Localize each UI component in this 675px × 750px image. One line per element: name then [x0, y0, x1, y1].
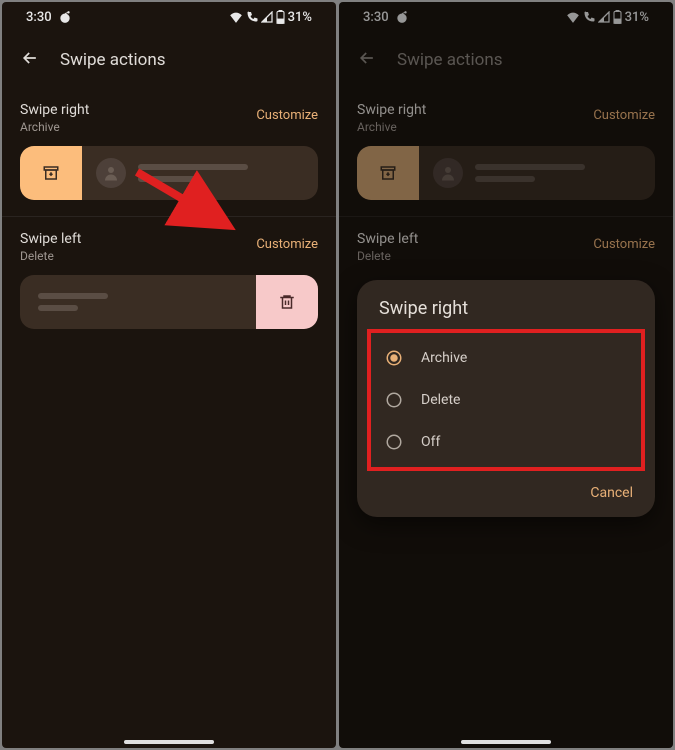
status-battery: 31% [288, 10, 312, 25]
radio-unselected-icon [385, 391, 403, 409]
swipe-right-preview [357, 146, 655, 200]
swipe-right-title: Swipe right [20, 102, 89, 118]
avatar-icon [433, 158, 463, 188]
status-bar: 3:30 31% [339, 2, 673, 32]
page-title: Swipe actions [397, 50, 502, 70]
archive-action-tile [357, 146, 419, 200]
wifi-icon [229, 11, 243, 23]
swipe-left-section: Swipe left Delete Customize [339, 231, 673, 263]
customize-left-button: Customize [593, 237, 655, 252]
swipe-left-section: Swipe left Delete Customize [2, 231, 336, 329]
swipe-right-section: Swipe right Archive Customize [339, 102, 673, 200]
trash-icon [278, 293, 296, 311]
archive-icon [42, 164, 60, 182]
preview-lines [38, 293, 108, 311]
swipe-left-title: Swipe left [20, 231, 81, 247]
option-delete[interactable]: Delete [371, 379, 641, 421]
status-time: 3:30 [363, 10, 389, 25]
battery-icon [613, 10, 622, 24]
app-header: Swipe actions [2, 32, 336, 88]
swipe-left-preview [20, 275, 318, 329]
reddit-icon [395, 10, 409, 24]
customize-left-button[interactable]: Customize [256, 237, 318, 252]
status-battery: 31% [625, 10, 649, 25]
page-title: Swipe actions [60, 50, 165, 70]
phone-icon [246, 11, 258, 23]
nav-pill[interactable] [124, 740, 214, 744]
option-archive[interactable]: Archive [371, 337, 641, 379]
cancel-button[interactable]: Cancel [590, 485, 633, 501]
swipe-left-action: Delete [20, 249, 81, 263]
radio-selected-icon [385, 349, 403, 367]
avatar-icon [96, 158, 126, 188]
swipe-right-dialog: Swipe right Archive Delete Off Cancel [357, 280, 655, 517]
customize-right-button[interactable]: Customize [256, 108, 318, 123]
signal-icon [261, 11, 273, 23]
customize-right-button: Customize [593, 108, 655, 123]
status-time: 3:30 [26, 10, 52, 25]
option-off[interactable]: Off [371, 421, 641, 463]
status-bar: 3:30 31% [2, 2, 336, 32]
option-label: Archive [421, 350, 467, 366]
archive-icon [379, 164, 397, 182]
wifi-icon [566, 11, 580, 23]
preview-lines [475, 164, 585, 182]
swipe-left-title: Swipe left [357, 231, 418, 247]
swipe-right-title: Swipe right [357, 102, 426, 118]
swipe-right-section: Swipe right Archive Customize [2, 102, 336, 200]
reddit-icon [58, 10, 72, 24]
annotation-highlight: Archive Delete Off [367, 329, 645, 471]
phone-icon [583, 11, 595, 23]
radio-unselected-icon [385, 433, 403, 451]
option-label: Delete [421, 392, 460, 408]
battery-icon [276, 10, 285, 24]
phone-left: 3:30 31% Swipe actions [2, 2, 336, 748]
preview-lines [138, 164, 248, 182]
swipe-left-action: Delete [357, 249, 418, 263]
back-arrow-icon[interactable] [20, 48, 40, 72]
app-header: Swipe actions [339, 32, 673, 88]
delete-action-tile [256, 275, 318, 329]
option-label: Off [421, 434, 440, 450]
swipe-right-action: Archive [20, 120, 89, 134]
archive-action-tile [20, 146, 82, 200]
signal-icon [598, 11, 610, 23]
swipe-right-action: Archive [357, 120, 426, 134]
dialog-title: Swipe right [357, 298, 655, 329]
phone-right: 3:30 31% Swipe actions [339, 2, 673, 748]
swipe-right-preview [20, 146, 318, 200]
back-arrow-icon [357, 48, 377, 72]
nav-pill[interactable] [461, 740, 551, 744]
